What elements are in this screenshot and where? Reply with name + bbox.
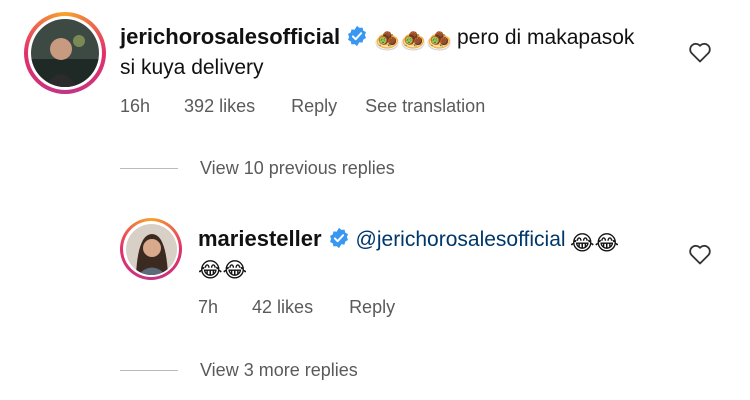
heart-icon[interactable] bbox=[688, 243, 712, 265]
divider-line bbox=[120, 370, 178, 371]
reply-button[interactable]: Reply bbox=[291, 96, 337, 117]
heart-icon[interactable] bbox=[688, 41, 712, 63]
view-previous-replies-label[interactable]: View 10 previous replies bbox=[200, 158, 395, 179]
see-translation-button[interactable]: See translation bbox=[365, 96, 485, 117]
view-previous-replies[interactable]: View 10 previous replies bbox=[120, 158, 395, 179]
divider-line bbox=[120, 168, 178, 169]
avatar-jericho-photo bbox=[31, 19, 99, 87]
avatar-mariesteller[interactable] bbox=[120, 218, 182, 280]
comment-emoji: 😂😂 bbox=[570, 232, 620, 255]
comment-time: 16h bbox=[120, 96, 151, 116]
avatar-mariesteller-photo bbox=[125, 223, 177, 275]
mention-link[interactable]: @jerichorosalesofficial bbox=[356, 228, 566, 251]
avatar-jericho[interactable] bbox=[24, 12, 106, 94]
comment-time: 7h bbox=[198, 297, 219, 317]
comment-username[interactable]: mariesteller bbox=[198, 226, 322, 251]
comment-username[interactable]: jerichorosalesofficial bbox=[120, 24, 340, 49]
view-more-replies[interactable]: View 3 more replies bbox=[120, 360, 358, 381]
comment-text-line2: si kuya delivery bbox=[120, 56, 264, 79]
verified-badge-icon bbox=[328, 227, 350, 254]
likes-count[interactable]: 392 likes bbox=[184, 96, 255, 117]
verified-badge-icon bbox=[346, 25, 368, 52]
comment-emoji-line2: 😂😂 bbox=[198, 259, 248, 282]
view-more-replies-label[interactable]: View 3 more replies bbox=[200, 360, 358, 381]
reply-button[interactable]: Reply bbox=[349, 297, 395, 318]
likes-count[interactable]: 42 likes bbox=[252, 297, 313, 318]
comment-emoji: 🧆🧆🧆 bbox=[374, 30, 453, 53]
comment-text-line1: pero di makapasok bbox=[457, 26, 635, 49]
